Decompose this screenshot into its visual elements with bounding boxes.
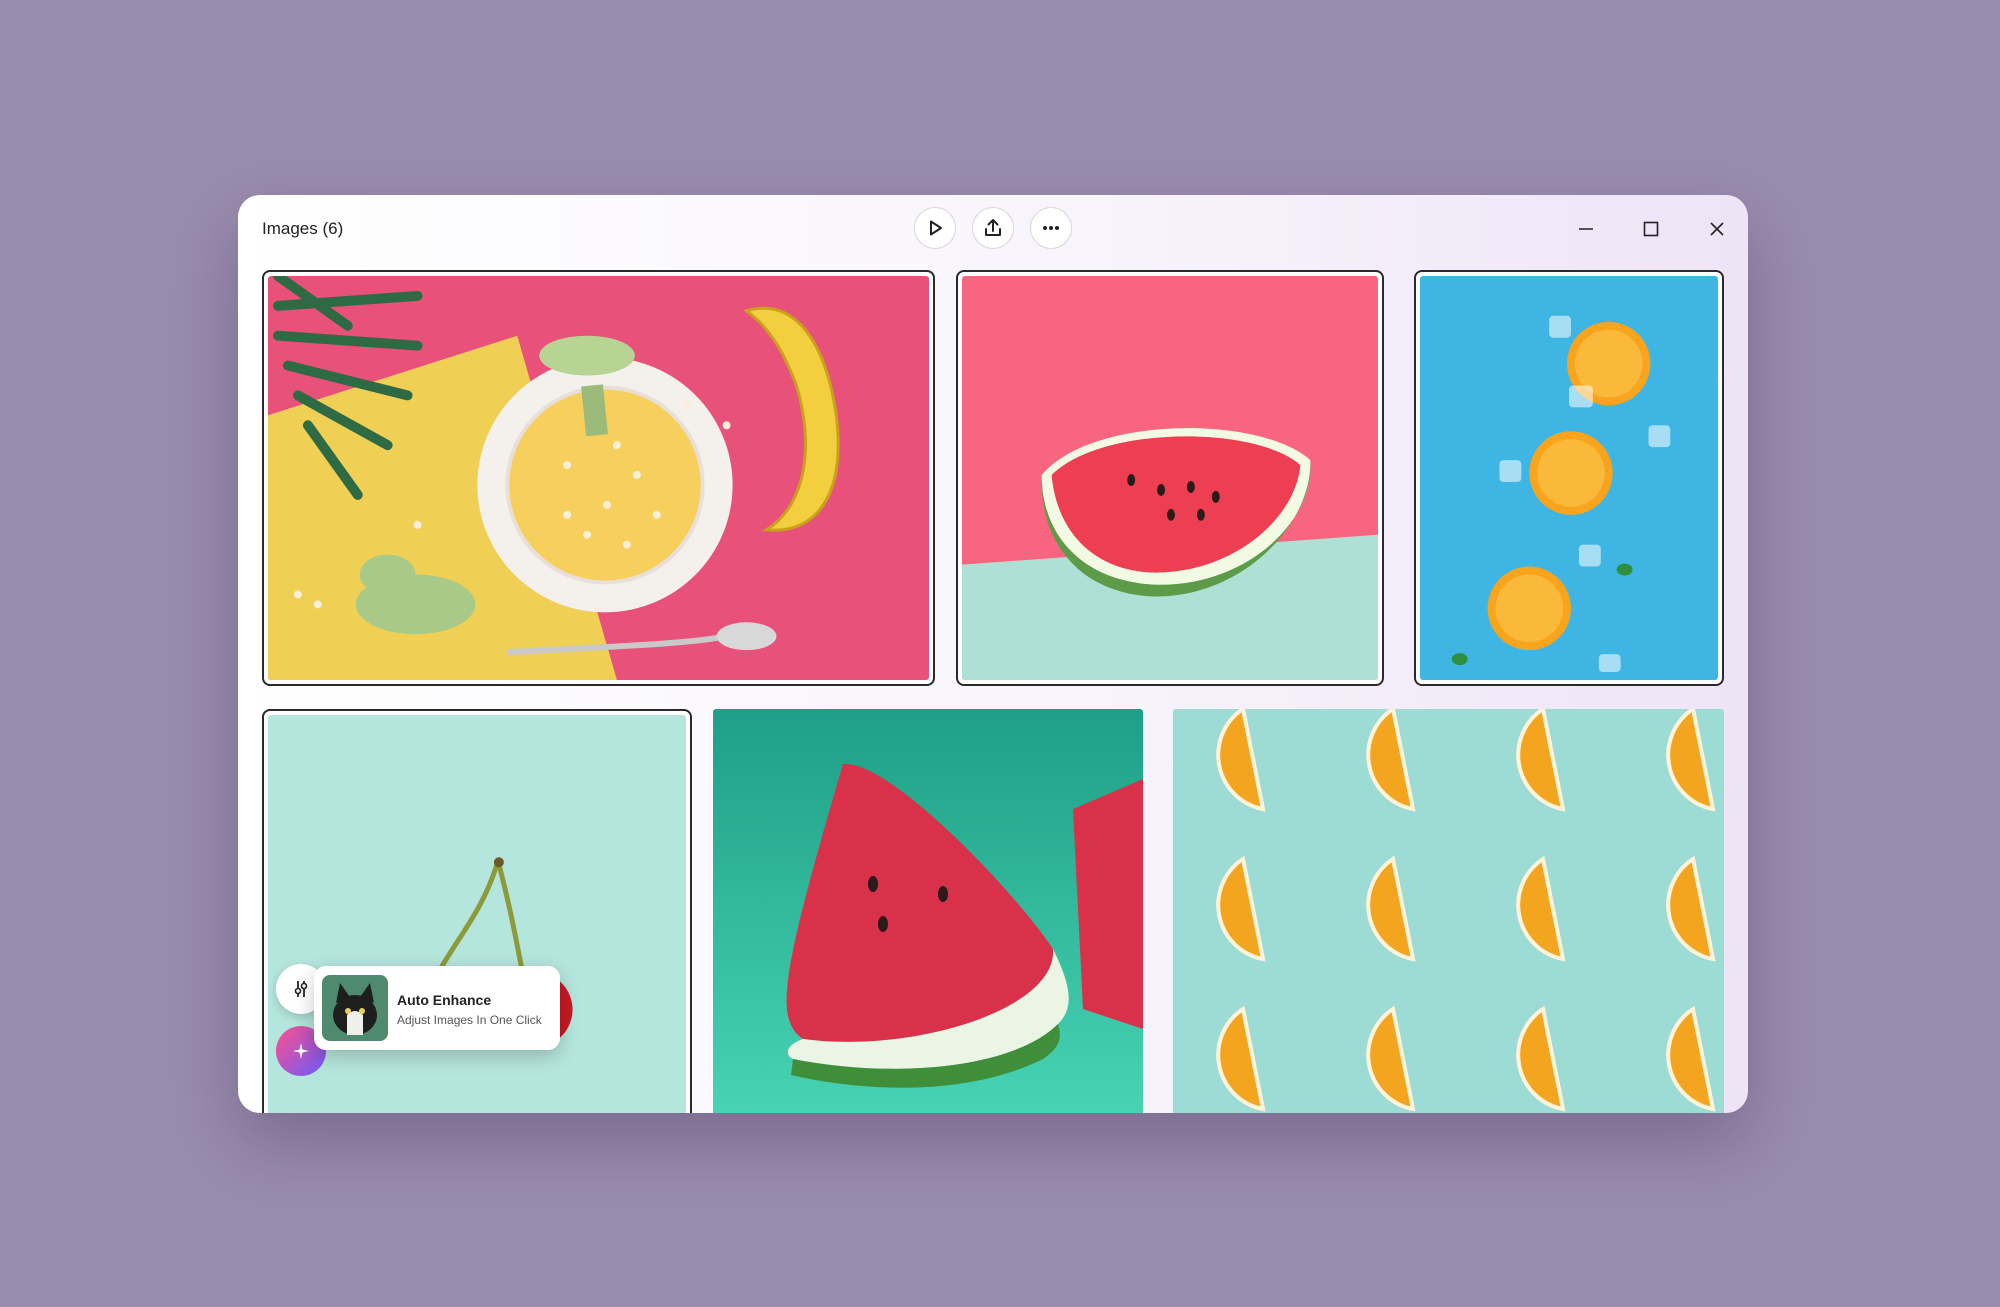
image-tile-6[interactable] [1173,709,1724,1113]
play-button[interactable] [914,207,956,249]
play-icon [930,220,942,236]
share-icon [985,219,1001,236]
image-cherries-mint [268,715,686,1113]
more-horizontal-icon [1043,226,1059,230]
window-title: Images (6) [262,219,344,238]
image-tile-5[interactable] [713,709,1143,1113]
image-orange-pattern [1173,709,1724,1113]
sliders-icon [294,981,308,997]
minimize-icon [1579,228,1593,230]
image-tile-1[interactable] [262,270,935,686]
close-icon [1710,222,1724,236]
popup-title: Auto Enhance [397,992,492,1008]
sparkle-icon [293,1043,309,1059]
image-oranges-ice [1420,276,1718,680]
titlebar: Images (6) [238,195,1748,261]
image-watermelon-teal [713,709,1143,1113]
popup-subtitle: Adjust Images In One Click [397,1013,542,1027]
image-tile-2[interactable] [956,270,1384,686]
auto-enhance-popup[interactable]: Auto Enhance Adjust Images In One Click [314,966,560,1050]
share-button[interactable] [972,207,1014,249]
close-button[interactable] [1697,209,1737,249]
more-button[interactable] [1030,207,1072,249]
image-tile-3[interactable] [1414,270,1724,686]
image-watermelon-pink [962,276,1378,680]
maximize-button[interactable] [1631,209,1671,249]
cat-thumbnail [322,975,388,1041]
image-tile-4[interactable] [262,709,692,1113]
image-tropical-bowl [268,276,929,680]
maximize-icon [1643,221,1659,237]
minimize-button[interactable] [1566,209,1606,249]
